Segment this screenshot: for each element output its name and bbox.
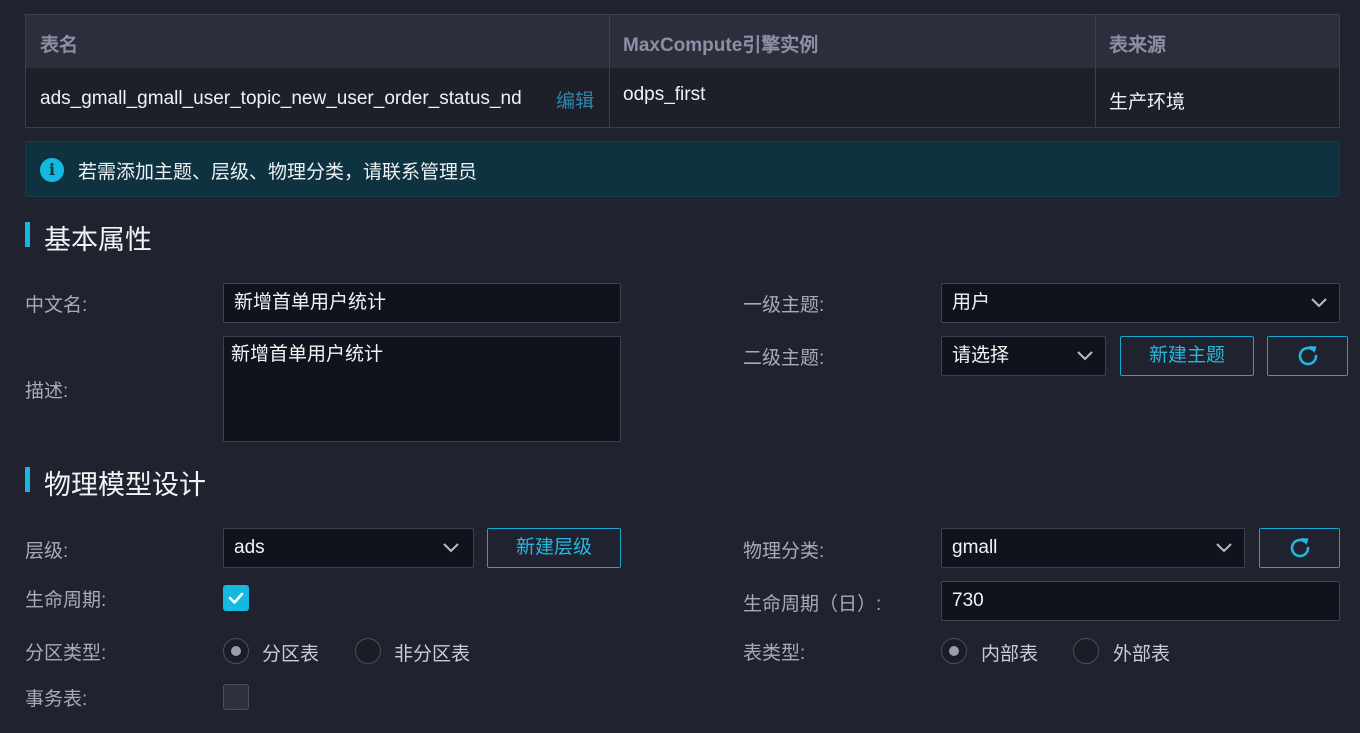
transaction-checkbox[interactable]	[223, 684, 249, 710]
checkmark-icon	[228, 592, 244, 604]
layer-value: ads	[234, 537, 265, 558]
table-type-label: 表类型:	[743, 643, 806, 664]
divider	[1095, 15, 1096, 127]
chevron-down-icon	[1216, 543, 1232, 553]
table-info: 表名 MaxCompute引擎实例 表来源 ads_gmall_gmall_us…	[25, 14, 1340, 128]
radio-internal-table[interactable]	[941, 638, 967, 664]
radio-partitioned-label[interactable]: 分区表	[262, 639, 319, 666]
topic2-label: 二级主题:	[743, 348, 825, 369]
lifecycle-days-input[interactable]: 730	[941, 581, 1340, 621]
refresh-topic-button[interactable]	[1267, 336, 1348, 376]
lifecycle-checkbox[interactable]	[223, 585, 249, 611]
table-header: 表名 MaxCompute引擎实例 表来源	[26, 15, 1339, 69]
section-title: 物理模型设计	[44, 470, 206, 500]
cn-name-label: 中文名:	[25, 295, 88, 316]
radio-partitioned[interactable]	[223, 638, 249, 664]
refresh-icon	[1290, 538, 1309, 558]
notice-text: 若需添加主题、层级、物理分类，请联系管理员	[78, 162, 478, 183]
new-layer-button[interactable]: 新建层级	[487, 528, 621, 568]
radio-external-table[interactable]	[1073, 638, 1099, 664]
lifecycle-days-label: 生命周期（日）:	[743, 594, 882, 615]
info-icon: i	[40, 158, 64, 182]
radio-external-table-label[interactable]: 外部表	[1113, 639, 1170, 666]
table-row: ads_gmall_gmall_user_topic_new_user_orde…	[26, 68, 1339, 127]
desc-label: 描述:	[25, 381, 69, 402]
topic1-select[interactable]: 用户	[941, 283, 1340, 323]
divider	[609, 15, 610, 127]
chevron-down-icon	[1311, 298, 1327, 308]
chevron-down-icon	[1077, 351, 1093, 361]
partition-type-label: 分区类型:	[25, 643, 107, 664]
transaction-label: 事务表:	[25, 689, 88, 710]
category-value: gmall	[952, 537, 998, 558]
desc-textarea[interactable]: 新增首单用户统计	[223, 336, 621, 442]
chevron-down-icon	[443, 543, 459, 553]
table-name-value: ads_gmall_gmall_user_topic_new_user_orde…	[40, 88, 522, 109]
section-marker	[25, 222, 30, 247]
cn-name-input[interactable]: 新增首单用户统计	[223, 283, 621, 323]
category-select[interactable]: gmall	[941, 528, 1245, 568]
layer-select[interactable]: ads	[223, 528, 474, 568]
section-marker	[25, 467, 30, 492]
new-topic-button[interactable]: 新建主题	[1120, 336, 1254, 376]
radio-non-partitioned[interactable]	[355, 638, 381, 664]
topic2-select[interactable]: 请选择	[941, 336, 1106, 376]
section-title: 基本属性	[44, 225, 152, 255]
lifecycle-label: 生命周期:	[25, 590, 107, 611]
edit-link[interactable]: 编辑	[556, 86, 594, 113]
radio-internal-table-label[interactable]: 内部表	[981, 639, 1038, 666]
notice-banner: i 若需添加主题、层级、物理分类，请联系管理员	[25, 141, 1340, 197]
topic1-label: 一级主题:	[743, 295, 825, 316]
engine-instance-value: odps_first	[623, 84, 706, 105]
refresh-category-button[interactable]	[1259, 528, 1340, 568]
header-table-source: 表来源	[1109, 35, 1167, 56]
table-source-value: 生产环境	[1109, 92, 1186, 113]
category-label: 物理分类:	[743, 541, 825, 562]
refresh-icon	[1298, 346, 1317, 366]
header-engine-instance: MaxCompute引擎实例	[623, 35, 819, 56]
topic1-value: 用户	[952, 292, 991, 313]
topic2-value: 请选择	[952, 345, 1010, 366]
radio-non-partitioned-label[interactable]: 非分区表	[394, 639, 470, 666]
layer-label: 层级:	[25, 541, 69, 562]
header-table-name: 表名	[40, 35, 79, 56]
